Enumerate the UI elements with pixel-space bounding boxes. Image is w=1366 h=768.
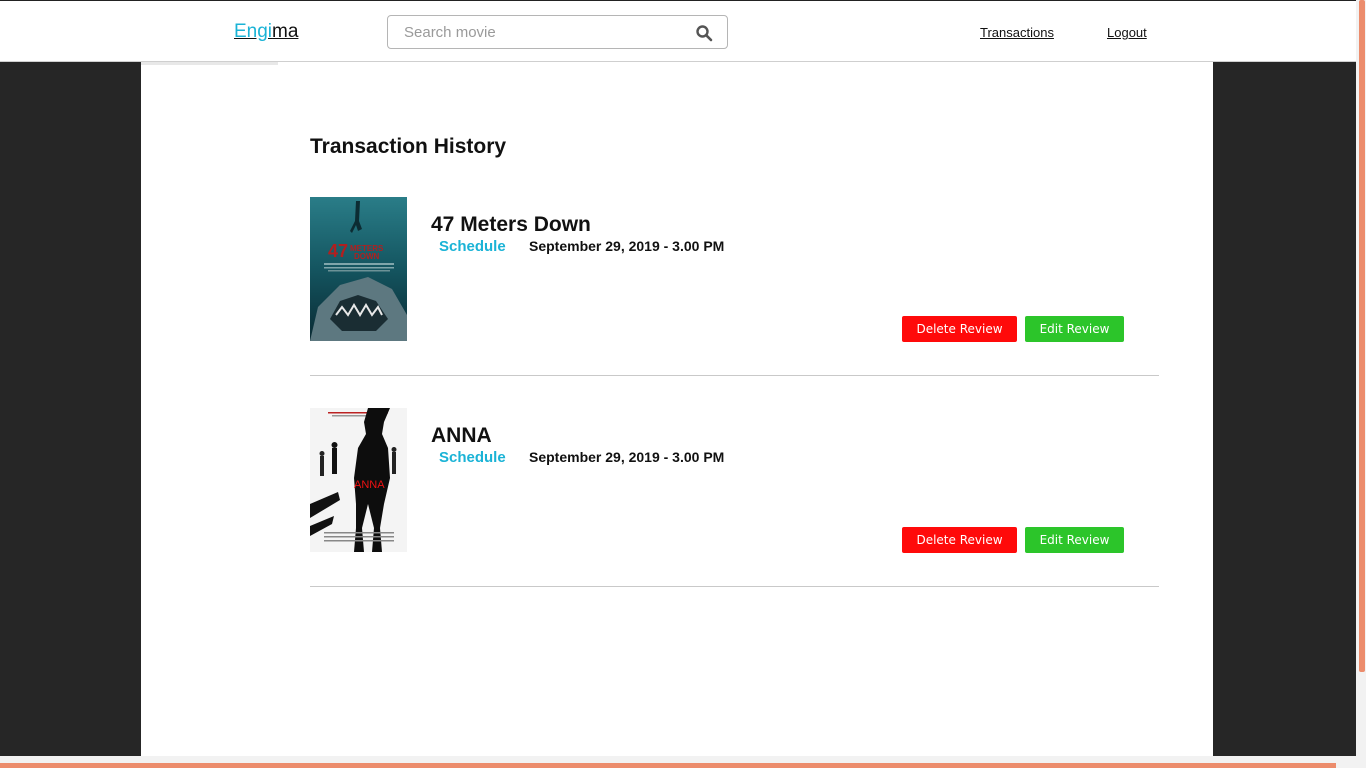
edit-review-button[interactable]: Edit Review [1025, 527, 1124, 553]
schedule-label: Schedule [439, 449, 506, 466]
movie-poster: 47 METERS DOWN [310, 197, 407, 341]
search-input[interactable] [388, 16, 678, 48]
logo-accent: Engi [234, 21, 273, 42]
schedule-label: Schedule [439, 238, 506, 255]
logo-link[interactable]: Engima [234, 21, 298, 43]
transaction-item: 47 METERS DOWN 47 Meters Down Schedule S… [310, 197, 1159, 377]
svg-text:DOWN: DOWN [354, 252, 380, 261]
nav-logout-link[interactable]: Logout [1107, 25, 1147, 40]
movie-title: 47 Meters Down [431, 213, 591, 236]
edit-review-button[interactable]: Edit Review [1025, 316, 1124, 342]
vertical-scrollbar-thumb[interactable] [1359, 0, 1365, 672]
top-navbar: Engima Transactions Logout [0, 0, 1356, 62]
schedule-time: September 29, 2019 - 3.00 PM [529, 449, 725, 465]
poster-47-meters-down: 47 METERS DOWN [310, 197, 407, 341]
transaction-item: ANNA ANNA Schedule September 29, 2019 - … [310, 408, 1159, 588]
panel-divider [141, 62, 278, 65]
horizontal-scrollbar-thumb[interactable] [0, 763, 1336, 768]
movie-title: ANNA [431, 424, 492, 447]
poster-anna: ANNA [310, 408, 407, 552]
search-icon[interactable] [695, 24, 713, 42]
svg-text:47: 47 [328, 241, 348, 261]
search-box [387, 15, 728, 49]
delete-review-button[interactable]: Delete Review [902, 527, 1017, 553]
page-title: Transaction History [310, 135, 507, 158]
row-divider [310, 375, 1159, 376]
logo-rest: ma [272, 21, 299, 42]
nav-transactions-link[interactable]: Transactions [980, 25, 1054, 40]
delete-review-button[interactable]: Delete Review [902, 316, 1017, 342]
svg-text:ANNA: ANNA [354, 479, 385, 491]
movie-poster: ANNA [310, 408, 407, 552]
row-divider [310, 586, 1159, 587]
schedule-time: September 29, 2019 - 3.00 PM [529, 238, 725, 254]
